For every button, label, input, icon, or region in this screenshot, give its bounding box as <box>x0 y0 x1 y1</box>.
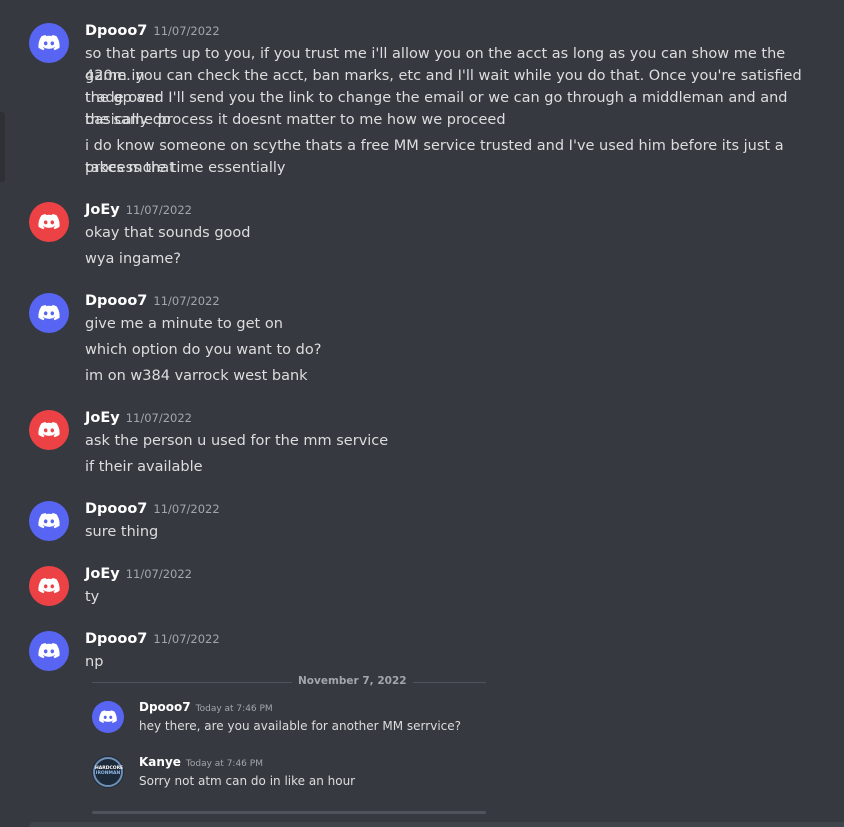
discord-logo-icon <box>38 214 60 230</box>
discord-logo-icon <box>38 578 60 594</box>
message-author[interactable]: JoEy 11/07/2022 <box>85 566 192 582</box>
message-text: sure thing <box>85 524 159 540</box>
message-text: if their available <box>85 459 203 475</box>
avatar[interactable] <box>92 701 124 733</box>
discord-logo-icon <box>38 35 60 51</box>
message-author[interactable]: Dpooo7 11/07/2022 <box>85 293 220 309</box>
avatar-text: IRONMAN <box>95 771 121 776</box>
message-timestamp: 11/07/2022 <box>153 502 220 516</box>
discord-logo-icon <box>38 305 60 321</box>
avatar[interactable]: HARDCORE IRONMAN <box>92 756 124 788</box>
scroll-indicator[interactable] <box>0 112 5 182</box>
message-author[interactable]: JoEy 11/07/2022 <box>85 410 192 426</box>
message-text: hey there, are you available for another… <box>139 719 461 733</box>
discord-logo-icon <box>38 643 60 659</box>
message-author[interactable]: Dpooo7 Today at 7:46 PM <box>139 700 273 714</box>
message-text: takes more time essentially <box>85 160 286 176</box>
embed-scrollbar[interactable] <box>92 811 486 814</box>
date-divider-line <box>92 682 486 683</box>
avatar[interactable] <box>29 501 69 541</box>
message-timestamp: 11/07/2022 <box>125 411 193 425</box>
avatar[interactable] <box>29 202 69 242</box>
discord-logo-icon <box>99 710 117 723</box>
message-text: the same process it doesnt matter to me … <box>85 112 506 128</box>
discord-logo-icon <box>38 513 60 529</box>
message-text: Sorry not atm can do in like an hour <box>139 774 356 788</box>
message-timestamp: 11/07/2022 <box>153 294 220 308</box>
message-timestamp: 11/07/2022 <box>125 203 193 217</box>
message-text: which option do you want to do? <box>85 342 322 358</box>
avatar[interactable] <box>29 410 69 450</box>
message-author[interactable]: JoEy 11/07/2022 <box>85 202 192 218</box>
avatar[interactable] <box>29 293 69 333</box>
message-text: ask the person u used for the mm service <box>85 433 389 449</box>
message-text: im on w384 varrock west bank <box>85 368 308 384</box>
discord-logo-icon <box>38 422 60 438</box>
date-divider-label: November 7, 2022 <box>292 675 413 687</box>
message-author[interactable]: Dpooo7 11/07/2022 <box>85 631 220 647</box>
message-author[interactable]: Dpooo7 11/07/2022 <box>85 23 220 39</box>
message-timestamp: 11/07/2022 <box>153 632 220 646</box>
message-text: okay that sounds good <box>85 225 251 241</box>
message-author[interactable]: Dpooo7 11/07/2022 <box>85 501 220 517</box>
message-timestamp: Today at 7:46 PM <box>195 704 273 714</box>
message-text: give me a minute to get on <box>85 316 283 332</box>
avatar[interactable] <box>29 566 69 606</box>
message-input[interactable] <box>29 822 844 827</box>
avatar[interactable] <box>29 23 69 63</box>
message-timestamp: Today at 7:46 PM <box>185 759 263 769</box>
message-text: np <box>85 654 104 670</box>
message-text: ty <box>85 589 100 605</box>
message-timestamp: 11/07/2022 <box>153 24 220 38</box>
message-timestamp: 11/07/2022 <box>125 567 193 581</box>
avatar[interactable] <box>29 631 69 671</box>
message-author[interactable]: Kanye Today at 7:46 PM <box>139 755 263 769</box>
message-text: wya ingame? <box>85 251 181 267</box>
